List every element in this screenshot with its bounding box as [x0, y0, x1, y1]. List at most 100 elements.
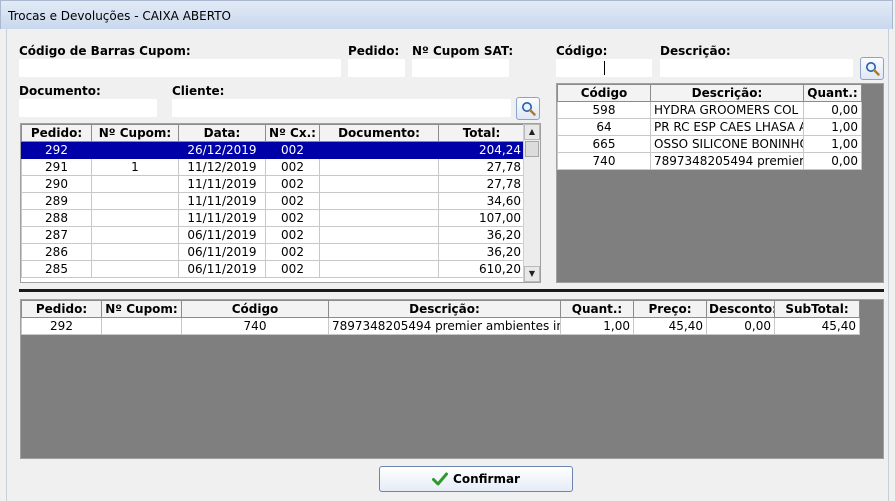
cell-documento	[319, 158, 439, 176]
cell-total: 204,24	[438, 141, 525, 159]
magnifier-icon	[522, 102, 536, 116]
col-cupom[interactable]: Nº Cupom:	[101, 300, 182, 318]
cupom-sat-label: Nº Cupom SAT:	[412, 44, 514, 58]
descricao-input[interactable]	[660, 59, 853, 77]
cell-pedido: 285	[21, 260, 92, 278]
cell-cupom	[101, 317, 182, 335]
cell-cupom	[91, 226, 179, 244]
cell-total: 610,20	[438, 260, 525, 278]
pedido-label: Pedido:	[348, 44, 400, 58]
cell-cx: 002	[265, 226, 320, 244]
col-descricao[interactable]: Descrição:	[650, 84, 804, 102]
confirmar-button[interactable]: Confirmar	[379, 466, 573, 492]
items-grid[interactable]: Pedido: Nº Cupom: Código Descrição: Quan…	[20, 299, 884, 459]
col-cupom[interactable]: Nº Cupom:	[91, 124, 179, 142]
cell-cx: 002	[265, 192, 320, 210]
documento-input[interactable]	[19, 99, 157, 117]
cell-preco: 45,40	[633, 317, 707, 335]
col-quant[interactable]: Quant.:	[803, 84, 862, 102]
products-grid[interactable]: Código Descrição: Quant.: 598 HYDRA GROO…	[556, 83, 884, 283]
items-header-row: Pedido: Nº Cupom: Código Descrição: Quan…	[21, 300, 860, 318]
cell-total: 36,20	[438, 243, 525, 261]
col-pedido[interactable]: Pedido:	[21, 300, 102, 318]
cell-documento	[319, 243, 439, 261]
cell-quant: 1,00	[560, 317, 634, 335]
table-row[interactable]: 292 740 7897348205494 premier ambientes …	[21, 317, 860, 335]
col-quant[interactable]: Quant.:	[560, 300, 634, 318]
table-row[interactable]: 291 1 11/12/2019 002 27,78	[21, 158, 525, 176]
col-total[interactable]: Total:	[438, 124, 525, 142]
cell-cx: 002	[265, 158, 320, 176]
table-row[interactable]: 64 PR RC ESP CAES LHASA AI 1,00	[557, 118, 862, 136]
descricao-label: Descrição:	[660, 44, 731, 58]
text-caret	[604, 61, 605, 75]
cliente-label: Cliente:	[172, 84, 225, 98]
cell-cupom	[91, 175, 179, 193]
section-divider	[19, 289, 884, 292]
col-desconto[interactable]: Desconto:	[706, 300, 775, 318]
cell-cupom	[91, 260, 179, 278]
cell-quant: 1,00	[803, 135, 862, 153]
col-cx[interactable]: Nº Cx.:	[265, 124, 320, 142]
cell-data: 06/11/2019	[178, 226, 266, 244]
cupom-sat-input[interactable]	[412, 59, 509, 77]
cell-data: 11/11/2019	[178, 192, 266, 210]
orders-header-row: Pedido: Nº Cupom: Data: Nº Cx.: Document…	[21, 124, 525, 142]
table-row[interactable]: 287 06/11/2019 002 36,20	[21, 226, 525, 244]
table-row[interactable]: 288 11/11/2019 002 107,00	[21, 209, 525, 227]
table-row[interactable]: 665 OSSO SILICONE BONINHO 1,00	[557, 135, 862, 153]
cell-data: 11/11/2019	[178, 175, 266, 193]
table-row[interactable]: 290 11/11/2019 002 27,78	[21, 175, 525, 193]
cell-documento	[319, 226, 439, 244]
cell-data: 11/12/2019	[178, 158, 266, 176]
cell-quant: 1,00	[803, 118, 862, 136]
cell-pedido: 286	[21, 243, 92, 261]
product-search-button[interactable]	[860, 57, 884, 80]
cell-quant: 0,00	[803, 101, 862, 119]
cell-pedido: 292	[21, 317, 102, 335]
col-codigo[interactable]: Código	[181, 300, 329, 318]
cell-pedido: 290	[21, 175, 92, 193]
table-row[interactable]: 286 06/11/2019 002 36,20	[21, 243, 525, 261]
cell-cupom	[91, 243, 179, 261]
col-pedido[interactable]: Pedido:	[21, 124, 92, 142]
cell-documento	[319, 209, 439, 227]
table-row[interactable]: 740 7897348205494 premier a 0,00	[557, 152, 862, 170]
cell-cupom	[91, 192, 179, 210]
checkmark-icon	[432, 472, 449, 486]
col-documento[interactable]: Documento:	[319, 124, 439, 142]
orders-grid[interactable]: Pedido: Nº Cupom: Data: Nº Cx.: Document…	[20, 123, 541, 283]
cell-descricao: PR RC ESP CAES LHASA AI	[650, 118, 804, 136]
scroll-thumb[interactable]	[525, 141, 539, 157]
cell-pedido: 292	[21, 141, 92, 159]
codigo-barras-input[interactable]	[19, 59, 341, 77]
table-row[interactable]: 289 11/11/2019 002 34,60	[21, 192, 525, 210]
col-data[interactable]: Data:	[178, 124, 266, 142]
scroll-up-arrow-icon[interactable]: ▲	[524, 124, 540, 140]
col-subtotal[interactable]: SubTotal:	[774, 300, 860, 318]
cell-codigo: 665	[557, 135, 651, 153]
pedido-input[interactable]	[348, 59, 405, 77]
cliente-input[interactable]	[172, 99, 511, 117]
cell-descricao: HYDRA GROOMERS COL FO	[650, 101, 804, 119]
scroll-down-arrow-icon[interactable]: ▼	[524, 266, 540, 282]
cell-cx: 002	[265, 209, 320, 227]
col-codigo[interactable]: Código	[557, 84, 651, 102]
table-row[interactable]: 598 HYDRA GROOMERS COL FO 0,00	[557, 101, 862, 119]
table-row[interactable]: 285 06/11/2019 002 610,20	[21, 260, 525, 278]
order-search-button[interactable]	[516, 97, 540, 120]
products-table: Código Descrição: Quant.: 598 HYDRA GROO…	[557, 84, 862, 170]
cell-documento	[319, 175, 439, 193]
confirmar-label: Confirmar	[453, 472, 520, 486]
table-row[interactable]: 292 26/12/2019 002 204,24	[21, 141, 525, 159]
col-preco[interactable]: Preço:	[633, 300, 707, 318]
cell-documento	[319, 192, 439, 210]
cell-codigo: 740	[557, 152, 651, 170]
cell-cupom: 1	[91, 158, 179, 176]
cell-descricao: 7897348205494 premier ambientes inter	[328, 317, 561, 335]
cell-descricao: OSSO SILICONE BONINHO	[650, 135, 804, 153]
col-descricao[interactable]: Descrição:	[328, 300, 561, 318]
orders-vertical-scrollbar[interactable]: ▲ ▼	[523, 124, 540, 282]
codigo-label: Código:	[556, 44, 608, 58]
cell-cx: 002	[265, 175, 320, 193]
